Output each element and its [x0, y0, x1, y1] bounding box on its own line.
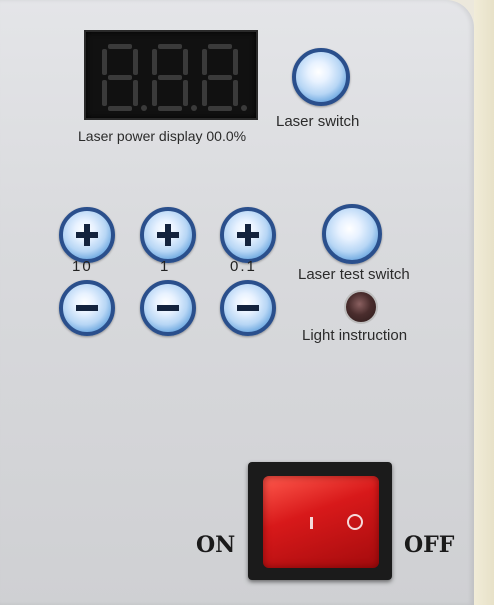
- laser-switch-label: Laser switch: [276, 113, 360, 130]
- minus-0-1-button[interactable]: [220, 280, 276, 336]
- on-label: ON: [196, 532, 236, 558]
- plus-icon: [76, 224, 98, 246]
- laser-power-display: [84, 30, 258, 120]
- laser-test-switch-button[interactable]: [322, 204, 382, 264]
- minus-10-button[interactable]: [59, 280, 115, 336]
- plus-icon: [157, 224, 179, 246]
- off-label: OFF: [404, 532, 455, 558]
- laser-switch-button[interactable]: [292, 48, 350, 106]
- minus-icon: [237, 305, 259, 311]
- seven-segment-digits: [102, 44, 247, 111]
- power-rocker-switch[interactable]: [263, 476, 379, 568]
- off-symbol-icon: [347, 514, 363, 530]
- display-label: Laser power display 00.0%: [78, 128, 247, 144]
- step-label-0-1: 0.1: [230, 258, 257, 275]
- step-label-1: 1: [160, 258, 171, 275]
- laser-test-switch-label: Laser test switch: [298, 266, 410, 283]
- panel-edge: [474, 0, 494, 605]
- minus-1-button[interactable]: [140, 280, 196, 336]
- light-instruction-label: Light instruction: [302, 327, 408, 344]
- minus-icon: [76, 305, 98, 311]
- plus-0-1-button[interactable]: [220, 207, 276, 263]
- plus-1-button[interactable]: [140, 207, 196, 263]
- plus-icon: [237, 224, 259, 246]
- minus-icon: [157, 305, 179, 311]
- indicator-light: [344, 290, 378, 324]
- on-symbol-icon: [310, 517, 313, 529]
- plus-10-button[interactable]: [59, 207, 115, 263]
- step-label-10: 10: [72, 258, 93, 275]
